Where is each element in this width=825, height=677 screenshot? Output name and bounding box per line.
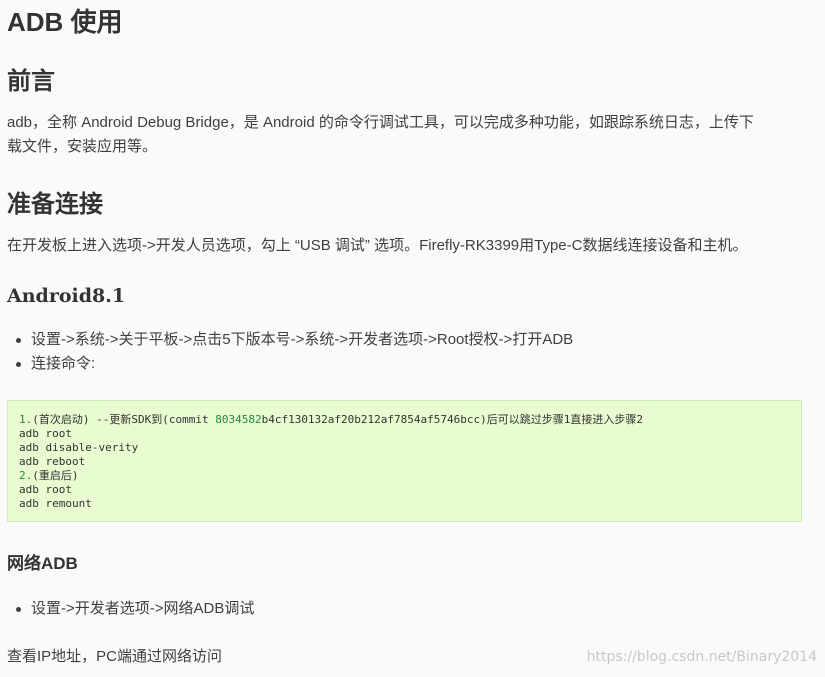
heading-network-adb: 网络ADB — [7, 554, 78, 573]
code-text: b4cf130132af20b212af7854af5746bcc)后可以跳过步… — [261, 413, 643, 426]
bullet-icon — [16, 362, 21, 367]
code-line: adb reboot — [19, 455, 86, 468]
list-item-text: 连接命令: — [31, 355, 96, 372]
list-item: 连接命令: — [7, 352, 573, 376]
heading-prepare: 准备连接 — [7, 191, 103, 218]
code-text: (重启后) — [32, 469, 79, 482]
code-block: 1.(首次启动) --更新SDK到(commit 8034582b4cf1301… — [7, 400, 802, 522]
android81-list: 设置->系统->关于平板->点击5下版本号->系统->开发者选项->Root授权… — [7, 328, 573, 376]
bullet-icon — [16, 338, 21, 343]
code-text: (首次启动) --更新SDK到(commit — [32, 413, 216, 426]
watermark: https://blog.csdn.net/Binary2014 — [586, 649, 817, 665]
code-line: 1.(首次启动) --更新SDK到(commit 8034582b4cf1301… — [19, 413, 643, 426]
preface-line-1: adb，全称 Android Debug Bridge，是 Android 的命… — [7, 114, 754, 131]
list-item-text: 设置->开发者选项->网络ADB调试 — [31, 600, 255, 617]
list-item-text: 设置->系统->关于平板->点击5下版本号->系统->开发者选项->Root授权… — [31, 331, 574, 348]
code-line: 2.(重启后) — [19, 469, 79, 482]
code-commit-hash: 8034582 — [215, 413, 262, 426]
code-line: adb disable-verity — [19, 441, 139, 454]
prepare-paragraph: 在开发板上进入选项->开发人员选项，勾上 “USB 调试” 选项。Firefly… — [7, 237, 748, 254]
preface-line-2: 载文件，安装应用等。 — [7, 138, 158, 155]
code-number: 1. — [19, 413, 33, 426]
code-line: adb remount — [19, 497, 92, 510]
list-item: 设置->开发者选项->网络ADB调试 — [7, 597, 254, 621]
page-title: ADB 使用 — [7, 7, 123, 37]
bullet-icon — [16, 607, 21, 612]
code-line: adb root — [19, 427, 72, 440]
preface-paragraph: adb，全称 Android Debug Bridge，是 Android 的命… — [7, 111, 807, 159]
network-list: 设置->开发者选项->网络ADB调试 — [7, 597, 254, 621]
list-item: 设置->系统->关于平板->点击5下版本号->系统->开发者选项->Root授权… — [7, 328, 573, 352]
heading-android81: Android8.1 — [7, 285, 126, 307]
code-line: adb root — [19, 483, 72, 496]
heading-preface: 前言 — [7, 68, 55, 95]
code-number: 2. — [19, 469, 33, 482]
